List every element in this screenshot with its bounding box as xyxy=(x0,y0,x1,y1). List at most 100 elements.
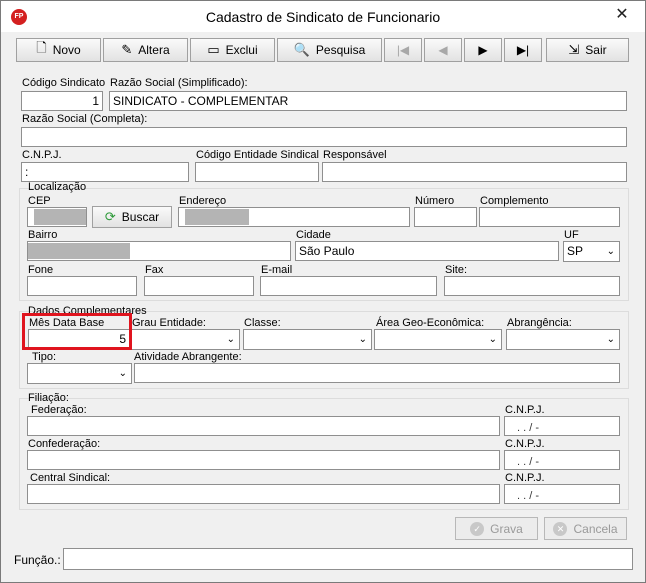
codigo-sindicato-label: Código Sindicato xyxy=(22,77,106,89)
cancel-icon: ✕ xyxy=(553,521,568,536)
federacao-cnpj-field[interactable]: . . / - xyxy=(504,416,620,436)
previous-record-icon: ◀ xyxy=(438,43,448,57)
last-record-icon: ▶| xyxy=(516,43,530,57)
new-document-icon: 🗋 xyxy=(36,40,47,55)
last-record-button[interactable]: ▶| xyxy=(504,38,542,62)
abrangencia-label: Abrangência: xyxy=(507,317,572,329)
fax-label: Fax xyxy=(145,264,164,276)
central-sindical-field[interactable] xyxy=(27,484,500,504)
main-window: FP Cadastro de Sindicato de Funcionario … xyxy=(0,0,646,583)
numero-label: Número xyxy=(415,195,455,207)
filiacao-group-label: Filiação: xyxy=(28,392,69,404)
site-label: Site: xyxy=(445,264,468,276)
atividade-abrangente-field[interactable] xyxy=(134,363,620,383)
novo-label: Novo xyxy=(52,43,81,57)
sair-button[interactable]: ⇲ Sair xyxy=(546,38,629,62)
window-title: Cadastro de Sindicato de Funcionario xyxy=(205,9,441,25)
buscar-button[interactable]: ⟳ Buscar xyxy=(92,206,172,228)
search-icon: 🔍 xyxy=(293,42,310,57)
pesquisa-button[interactable]: 🔍 Pesquisa xyxy=(277,38,382,62)
cidade-label: Cidade xyxy=(296,229,331,241)
confederacao-cnpj-mask: . . / - xyxy=(517,456,539,468)
tipo-label: Tipo: xyxy=(32,351,57,363)
central-cnpj-field[interactable]: . . / - xyxy=(504,484,620,504)
refresh-icon: ⟳ xyxy=(104,209,116,224)
funcao-label: Função.: xyxy=(14,553,61,567)
delete-icon: ▭ xyxy=(207,42,220,57)
cep-redacted-value xyxy=(34,209,86,225)
cnpj-label: C.N.P.J. xyxy=(22,149,62,161)
fone-field[interactable] xyxy=(27,276,137,296)
bairro-redacted-value xyxy=(28,243,130,259)
uf-label: UF xyxy=(564,229,579,241)
abrangencia-select[interactable]: ⌄ xyxy=(506,329,620,350)
exclui-label: Exclui xyxy=(225,43,258,57)
email-field[interactable] xyxy=(260,276,437,296)
highlight-box xyxy=(22,313,132,350)
tipo-select[interactable]: ⌄ xyxy=(27,363,132,384)
uf-select[interactable]: SP ⌄ xyxy=(563,241,620,262)
confederacao-label: Confederação: xyxy=(28,438,101,450)
classe-select[interactable]: ⌄ xyxy=(243,329,372,350)
chevron-down-icon: ⌄ xyxy=(488,334,497,345)
cnpj-field[interactable]: : xyxy=(21,162,189,182)
previous-record-button[interactable]: ◀ xyxy=(424,38,462,62)
area-geo-economica-label: Área Geo-Econômica: xyxy=(376,317,485,329)
next-record-icon: ▶ xyxy=(478,43,488,57)
responsavel-label: Responsável xyxy=(323,149,387,161)
razao-social-completa-label: Razão Social (Completa): xyxy=(22,113,148,125)
endereco-label: Endereço xyxy=(179,195,227,207)
chevron-down-icon: ⌄ xyxy=(606,246,615,257)
chevron-down-icon: ⌄ xyxy=(118,368,127,379)
chevron-down-icon: ⌄ xyxy=(358,334,367,345)
chevron-down-icon: ⌄ xyxy=(226,334,235,345)
localizacao-group-label: Localização xyxy=(28,181,87,193)
central-cnpj-label: C.N.P.J. xyxy=(505,472,545,484)
first-record-icon: |◀ xyxy=(396,43,410,57)
funcao-field xyxy=(63,548,633,570)
confederacao-field[interactable] xyxy=(27,450,500,470)
uf-selected-value: SP xyxy=(567,244,584,258)
central-cnpj-mask: . . / - xyxy=(517,490,539,502)
site-field[interactable] xyxy=(444,276,620,296)
grava-button[interactable]: ✓ Grava xyxy=(455,517,538,540)
pesquisa-label: Pesquisa xyxy=(315,43,366,57)
buscar-label: Buscar xyxy=(121,210,160,224)
federacao-label: Federação: xyxy=(31,404,87,416)
complemento-field[interactable] xyxy=(479,207,620,227)
novo-button[interactable]: 🗋 Novo xyxy=(16,38,101,62)
cep-label: CEP xyxy=(28,195,51,207)
chevron-down-icon: ⌄ xyxy=(606,334,615,345)
grau-entidade-label: Grau Entidade: xyxy=(132,317,206,329)
razao-social-simplificado-field[interactable]: SINDICATO - COMPLEMENTAR xyxy=(109,91,627,111)
razao-social-completa-field[interactable] xyxy=(21,127,627,147)
responsavel-field[interactable] xyxy=(322,162,627,182)
grau-entidade-select[interactable]: ⌄ xyxy=(131,329,240,350)
altera-label: Altera xyxy=(138,43,170,57)
complemento-label: Complemento xyxy=(480,195,549,207)
altera-button[interactable]: ✎ Altera xyxy=(103,38,188,62)
confederacao-cnpj-field[interactable]: . . / - xyxy=(504,450,620,470)
area-geo-economica-select[interactable]: ⌄ xyxy=(374,329,502,350)
federacao-field[interactable] xyxy=(27,416,500,436)
razao-social-simplificado-label: Razão Social (Simplificado): xyxy=(110,77,248,89)
close-icon[interactable]: ✕ xyxy=(607,5,637,25)
fax-field[interactable] xyxy=(144,276,254,296)
federacao-cnpj-mask: . . / - xyxy=(517,422,539,434)
codigo-entidade-sindical-label: Código Entidade Sindical xyxy=(196,149,319,161)
codigo-sindicato-field[interactable]: 1 xyxy=(21,91,103,111)
check-icon: ✓ xyxy=(470,521,485,536)
first-record-button[interactable]: |◀ xyxy=(384,38,422,62)
confederacao-cnpj-label: C.N.P.J. xyxy=(505,438,545,450)
classe-label: Classe: xyxy=(244,317,281,329)
bairro-label: Bairro xyxy=(28,229,58,241)
codigo-entidade-sindical-field[interactable] xyxy=(195,162,319,182)
endereco-redacted-value xyxy=(185,209,249,225)
numero-field[interactable] xyxy=(414,207,477,227)
exclui-button[interactable]: ▭ Exclui xyxy=(190,38,275,62)
cidade-field[interactable]: São Paulo xyxy=(295,241,559,261)
central-sindical-label: Central Sindical: xyxy=(30,472,111,484)
next-record-button[interactable]: ▶ xyxy=(464,38,502,62)
edit-icon: ✎ xyxy=(121,42,133,57)
cancela-button[interactable]: ✕ Cancela xyxy=(544,517,627,540)
